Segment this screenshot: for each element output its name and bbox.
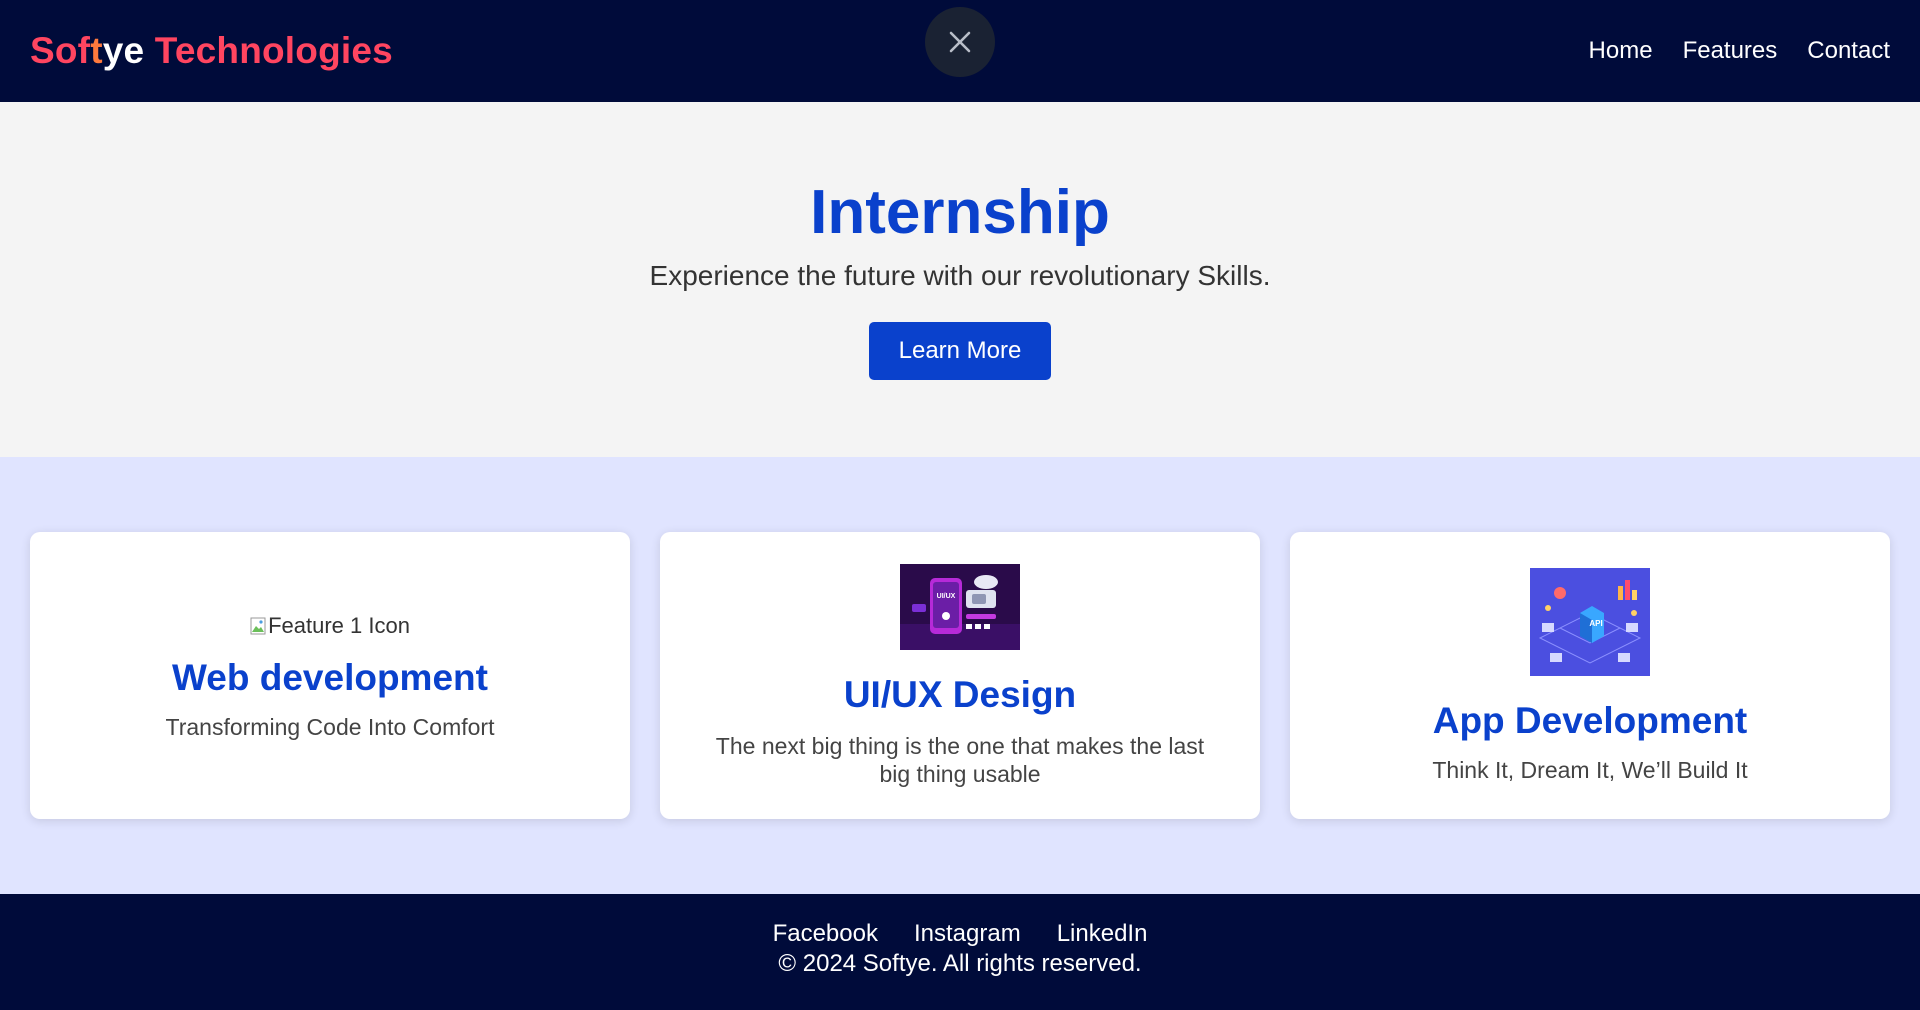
footer-instagram-link[interactable]: Instagram <box>914 920 1021 948</box>
hero-title: Internship <box>810 178 1110 247</box>
main-nav: Home Features Contact <box>1589 37 1890 65</box>
logo-part: Technologies <box>144 30 393 71</box>
footer-facebook-link[interactable]: Facebook <box>773 920 878 948</box>
logo-part: ye <box>102 30 145 71</box>
broken-image-icon <box>250 617 266 634</box>
feature-title: UI/UX Design <box>843 673 1077 715</box>
feature-image-broken: Feature 1 Icon <box>250 611 410 641</box>
nav-features-link[interactable]: Features <box>1683 37 1778 65</box>
footer-linkedin-link[interactable]: LinkedIn <box>1057 920 1148 948</box>
nav-home-link[interactable]: Home <box>1589 37 1653 65</box>
hero-subtitle: Experience the future with our revolutio… <box>649 260 1271 291</box>
uiux-illustration-label: UI/UX <box>937 593 956 600</box>
footer-links: Facebook Instagram LinkedIn <box>773 920 1148 948</box>
app-dev-illustration-label: API <box>1589 619 1602 628</box>
feature-card-uiux: UI/UX UI/UX Design The next big thing is… <box>660 532 1260 819</box>
copyright-text: © 2024 Softye. All rights reserved. <box>778 950 1142 977</box>
logo[interactable]: Softye Technologies <box>30 30 393 72</box>
feature-title: App Development <box>1432 699 1748 741</box>
app-dev-illustration: API <box>1530 567 1650 676</box>
feature-description: Transforming Code Into Comfort <box>165 713 495 740</box>
hero-section: Internship Experience the future with ou… <box>0 102 1920 457</box>
logo-part: t <box>90 30 103 71</box>
close-icon <box>949 31 971 53</box>
logo-part: Sof <box>30 30 91 71</box>
footer: Facebook Instagram LinkedIn © 2024 Softy… <box>0 894 1920 1010</box>
close-button[interactable] <box>925 7 995 77</box>
feature-description: The next big thing is the one that makes… <box>715 732 1205 787</box>
feature-description: Think It, Dream It, We’ll Build It <box>1432 756 1748 783</box>
features-section: Feature 1 Icon Web development Transform… <box>0 457 1920 894</box>
feature-card-web: Feature 1 Icon Web development Transform… <box>30 532 630 819</box>
feature-card-app: API App Development Think It, Dream It, … <box>1290 532 1890 819</box>
learn-more-button[interactable]: Learn More <box>869 322 1051 380</box>
navbar: Softye Technologies Home Features Contac… <box>0 0 1920 102</box>
feature-title: Web development <box>172 656 488 698</box>
uiux-illustration: UI/UX <box>900 563 1020 650</box>
image-alt-text: Feature 1 Icon <box>268 612 410 638</box>
nav-contact-link[interactable]: Contact <box>1807 37 1890 65</box>
